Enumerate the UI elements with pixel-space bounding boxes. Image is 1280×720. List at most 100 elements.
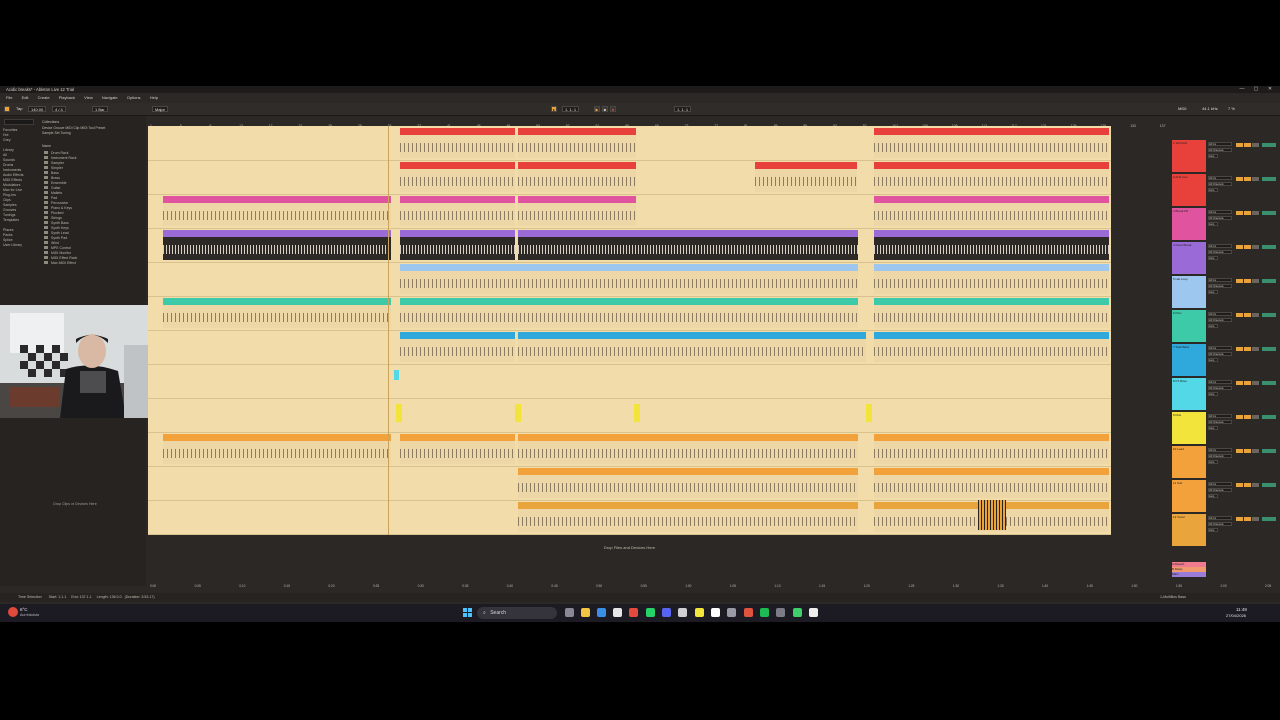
app-icon[interactable] [678, 608, 687, 617]
track-header[interactable]: 7 Stab Bass All Ins All Channels Auto [1172, 344, 1280, 376]
play-icon[interactable]: ▶ [594, 106, 600, 112]
kick-clip[interactable] [396, 404, 402, 422]
clip-header[interactable] [874, 468, 1109, 475]
track-name[interactable]: 5 Hat Loop [1172, 276, 1206, 308]
menu-view[interactable]: View [84, 95, 93, 100]
scale-menu[interactable]: Major [152, 106, 169, 112]
clip-header[interactable] [518, 196, 636, 203]
clip-header[interactable] [518, 434, 858, 441]
input-type-menu[interactable]: All Ins [1208, 210, 1232, 214]
input-channel-menu[interactable]: All Channels [1208, 182, 1232, 186]
clip-content[interactable] [400, 135, 515, 158]
monitor-mode[interactable]: Auto [1208, 426, 1218, 430]
clip-content[interactable] [163, 203, 391, 226]
record-icon[interactable]: ● [610, 106, 616, 112]
monitor-mode[interactable]: Auto [1208, 188, 1218, 192]
clip-header[interactable] [874, 196, 1109, 203]
arrangement-clip[interactable] [518, 502, 858, 532]
solo-button[interactable] [1244, 449, 1251, 453]
track-name[interactable]: 9 Kick [1172, 412, 1206, 444]
clip-header[interactable] [518, 502, 858, 509]
track-header[interactable]: 4 Chop Break All Ins All Channels Auto [1172, 242, 1280, 274]
clip-header[interactable] [400, 128, 515, 135]
arrangement-clip[interactable] [874, 332, 1109, 362]
clip-header[interactable] [874, 332, 1109, 339]
clip-header[interactable] [874, 264, 1109, 271]
app-icon-yellow[interactable] [695, 608, 704, 617]
quantize-menu[interactable]: 1 Bar [92, 106, 108, 112]
track-header[interactable]: 8 FX Riser All Ins All Channels Auto [1172, 378, 1280, 410]
arrangement-clip[interactable] [874, 468, 1109, 498]
arrangement-clip[interactable] [400, 162, 515, 192]
arm-button[interactable] [1252, 517, 1259, 521]
browser-list-item[interactable]: Max MIDI Effect [44, 261, 142, 266]
clip-header[interactable] [163, 434, 391, 441]
arrangement-clip[interactable] [874, 264, 1109, 294]
vocal-clip[interactable] [978, 500, 1006, 530]
track-activator[interactable] [1236, 347, 1243, 351]
arrangement-clip[interactable] [874, 298, 1109, 328]
arrangement-clip[interactable] [400, 434, 515, 464]
arrangement-clip[interactable] [163, 434, 391, 464]
clip-content[interactable] [163, 305, 391, 328]
clip-content[interactable] [400, 305, 858, 328]
browser-sidebar-item[interactable]: User Library [3, 243, 39, 248]
input-type-menu[interactable]: All Ins [1208, 448, 1232, 452]
clip-content[interactable] [518, 135, 636, 158]
clip-header[interactable] [163, 196, 391, 203]
arm-button[interactable] [1252, 449, 1259, 453]
arm-button[interactable] [1252, 177, 1259, 181]
clip-content[interactable] [874, 271, 1109, 294]
ableton-icon[interactable] [809, 608, 818, 617]
input-channel-menu[interactable]: All Channels [1208, 488, 1232, 492]
solo-button[interactable] [1244, 177, 1251, 181]
arrangement-clip[interactable] [163, 298, 391, 328]
track-activator[interactable] [1236, 313, 1243, 317]
clip-header[interactable] [874, 128, 1109, 135]
arrangement-clip[interactable] [518, 332, 866, 362]
track-header[interactable]: 6 Perc All Ins All Channels Auto [1172, 310, 1280, 342]
monitor-mode[interactable]: Auto [1208, 358, 1218, 362]
clip-content[interactable] [874, 237, 1109, 260]
windows-start-icon[interactable] [463, 608, 472, 617]
monitor-mode[interactable]: Auto [1208, 256, 1218, 260]
filter-tuning[interactable]: Tuning [60, 131, 70, 135]
clip-header[interactable] [755, 162, 857, 169]
arm-button[interactable] [1252, 211, 1259, 215]
clip-content[interactable] [874, 441, 1109, 464]
clip-header[interactable] [874, 162, 1109, 169]
tempo-field[interactable]: 140.00 [28, 106, 47, 112]
app-icon-white[interactable] [711, 608, 720, 617]
menu-help[interactable]: Help [150, 95, 158, 100]
arm-button[interactable] [1252, 245, 1259, 249]
app-icon-orange[interactable] [744, 608, 753, 617]
input-type-menu[interactable]: All Ins [1208, 516, 1232, 520]
arrangement-clip[interactable] [400, 264, 858, 294]
clip-content[interactable] [400, 237, 515, 260]
clip-content[interactable] [518, 441, 858, 464]
clip-header[interactable] [518, 128, 636, 135]
file-explorer-icon[interactable] [581, 608, 590, 617]
app-icon-green[interactable] [793, 608, 802, 617]
main-track[interactable]: Main [1172, 572, 1206, 577]
input-type-menu[interactable]: All Ins [1208, 414, 1232, 418]
filter-groove[interactable]: Groove [53, 126, 64, 130]
clip-content[interactable] [518, 339, 866, 362]
time-signature-field[interactable]: 4 / 4 [52, 106, 66, 112]
monitor-mode[interactable]: Auto [1208, 392, 1218, 396]
clip-content[interactable] [400, 441, 515, 464]
input-channel-menu[interactable]: All Channels [1208, 250, 1232, 254]
clip-header[interactable] [400, 162, 515, 169]
track-name[interactable]: 6 Perc [1172, 310, 1206, 342]
arrangement-clip[interactable] [400, 196, 515, 226]
arrangement-clip[interactable] [874, 128, 1109, 158]
arrangement-clip[interactable] [518, 162, 636, 192]
track-name[interactable]: 2 Acid Line [1172, 174, 1206, 206]
menu-edit[interactable]: Edit [22, 95, 29, 100]
solo-button[interactable] [1244, 415, 1251, 419]
song-position-field[interactable]: 1. 1. 1 [562, 106, 580, 112]
input-channel-menu[interactable]: All Channels [1208, 454, 1232, 458]
arm-button[interactable] [1252, 347, 1259, 351]
arm-button[interactable] [1252, 415, 1259, 419]
clip-content[interactable] [518, 169, 636, 192]
